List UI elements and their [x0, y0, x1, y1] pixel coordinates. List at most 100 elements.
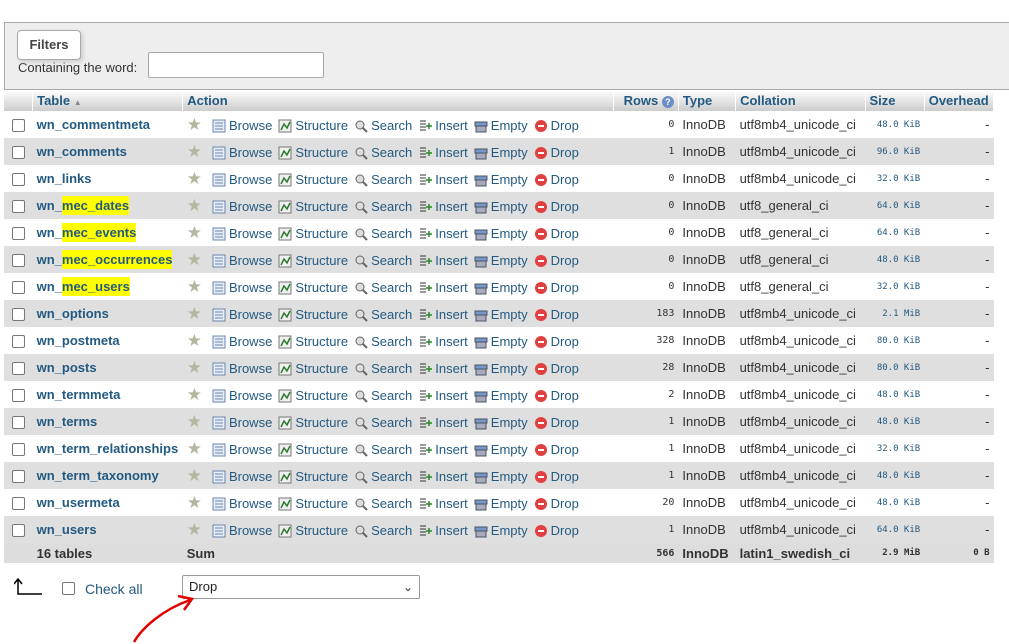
- header-size[interactable]: Size: [865, 90, 925, 111]
- action-structure-link[interactable]: Structure: [278, 469, 348, 485]
- favorite-star-icon[interactable]: ★: [187, 385, 202, 404]
- header-rows[interactable]: Rows ?: [613, 90, 679, 111]
- action-drop-link[interactable]: Drop: [534, 118, 579, 134]
- action-drop-link[interactable]: Drop: [534, 415, 579, 431]
- action-empty-link[interactable]: Empty: [474, 145, 528, 161]
- row-checkbox[interactable]: [4, 462, 33, 489]
- action-drop-link[interactable]: Drop: [534, 226, 579, 242]
- check-all-checkbox[interactable]: [62, 582, 75, 595]
- action-empty-link[interactable]: Empty: [474, 415, 528, 431]
- table-name-link[interactable]: wn_mec_dateswn_mec_dates: [32, 192, 183, 219]
- favorite-star-icon[interactable]: ★: [187, 358, 202, 377]
- action-structure-link[interactable]: Structure: [278, 361, 348, 377]
- action-structure-link[interactable]: Structure: [278, 496, 348, 512]
- action-drop-link[interactable]: Drop: [534, 145, 579, 161]
- action-empty-link[interactable]: Empty: [474, 361, 528, 377]
- action-search-link[interactable]: Search: [354, 280, 412, 296]
- action-browse-link[interactable]: Browse: [212, 307, 272, 323]
- action-browse-link[interactable]: Browse: [212, 523, 272, 539]
- header-collation[interactable]: Collation: [735, 90, 866, 111]
- row-checkbox[interactable]: [4, 192, 33, 219]
- action-search-link[interactable]: Search: [354, 226, 412, 242]
- row-size[interactable]: 48.0 KiB: [865, 381, 925, 408]
- action-empty-link[interactable]: Empty: [474, 199, 528, 215]
- action-empty-link[interactable]: Empty: [474, 523, 528, 539]
- action-browse-link[interactable]: Browse: [212, 145, 272, 161]
- action-browse-link[interactable]: Browse: [212, 253, 272, 269]
- row-size[interactable]: 48.0 KiB: [865, 462, 925, 489]
- action-search-link[interactable]: Search: [354, 388, 412, 404]
- action-structure-link[interactable]: Structure: [278, 280, 348, 296]
- table-name-link[interactable]: wn_commentmeta: [32, 111, 183, 138]
- row-checkbox[interactable]: [4, 516, 33, 543]
- action-drop-link[interactable]: Drop: [534, 280, 579, 296]
- action-drop-link[interactable]: Drop: [534, 334, 579, 350]
- table-name-link[interactable]: wn_links: [32, 165, 183, 192]
- action-insert-link[interactable]: Insert: [418, 496, 468, 512]
- action-structure-link[interactable]: Structure: [278, 415, 348, 431]
- row-checkbox[interactable]: [4, 165, 33, 192]
- action-empty-link[interactable]: Empty: [474, 442, 528, 458]
- action-insert-link[interactable]: Insert: [418, 361, 468, 377]
- header-table[interactable]: Table ▲: [32, 90, 184, 111]
- action-insert-link[interactable]: Insert: [418, 253, 468, 269]
- row-size[interactable]: 32.0 KiB: [865, 273, 925, 300]
- action-insert-link[interactable]: Insert: [418, 523, 468, 539]
- action-drop-link[interactable]: Drop: [534, 442, 579, 458]
- favorite-star-icon[interactable]: ★: [187, 331, 202, 350]
- row-checkbox[interactable]: [4, 381, 33, 408]
- action-structure-link[interactable]: Structure: [278, 307, 348, 323]
- row-checkbox[interactable]: [4, 111, 33, 138]
- action-drop-link[interactable]: Drop: [534, 361, 579, 377]
- action-empty-link[interactable]: Empty: [474, 172, 528, 188]
- action-search-link[interactable]: Search: [354, 496, 412, 512]
- action-browse-link[interactable]: Browse: [212, 172, 272, 188]
- action-browse-link[interactable]: Browse: [212, 280, 272, 296]
- table-name-link[interactable]: wn_comments: [32, 138, 183, 165]
- help-icon[interactable]: ?: [661, 96, 674, 108]
- favorite-star-icon[interactable]: ★: [187, 412, 202, 431]
- table-name-link[interactable]: wn_users: [32, 516, 183, 543]
- action-drop-link[interactable]: Drop: [534, 523, 579, 539]
- action-empty-link[interactable]: Empty: [474, 496, 528, 512]
- table-name-link[interactable]: wn_mec_userswn_mec_users: [32, 273, 183, 300]
- action-search-link[interactable]: Search: [354, 118, 412, 134]
- row-size[interactable]: 48.0 KiB: [865, 246, 925, 273]
- action-structure-link[interactable]: Structure: [278, 199, 348, 215]
- action-structure-link[interactable]: Structure: [278, 172, 348, 188]
- action-structure-link[interactable]: Structure: [278, 388, 348, 404]
- favorite-star-icon[interactable]: ★: [187, 466, 202, 485]
- action-browse-link[interactable]: Browse: [212, 118, 272, 134]
- row-size[interactable]: 2.1 MiB: [865, 300, 925, 327]
- header-type[interactable]: Type: [678, 90, 737, 111]
- row-size[interactable]: 48.0 KiB: [865, 111, 925, 138]
- action-browse-link[interactable]: Browse: [212, 496, 272, 512]
- action-browse-link[interactable]: Browse: [212, 388, 272, 404]
- action-browse-link[interactable]: Browse: [212, 469, 272, 485]
- action-browse-link[interactable]: Browse: [212, 334, 272, 350]
- bulk-action-select[interactable]: Drop ⌄: [182, 575, 420, 599]
- action-insert-link[interactable]: Insert: [418, 442, 468, 458]
- action-search-link[interactable]: Search: [354, 307, 412, 323]
- favorite-star-icon[interactable]: ★: [187, 196, 202, 215]
- action-search-link[interactable]: Search: [354, 334, 412, 350]
- row-size[interactable]: 48.0 KiB: [865, 408, 925, 435]
- action-search-link[interactable]: Search: [354, 523, 412, 539]
- action-insert-link[interactable]: Insert: [418, 145, 468, 161]
- action-drop-link[interactable]: Drop: [534, 307, 579, 323]
- row-checkbox[interactable]: [4, 138, 33, 165]
- action-insert-link[interactable]: Insert: [418, 199, 468, 215]
- action-drop-link[interactable]: Drop: [534, 199, 579, 215]
- favorite-star-icon[interactable]: ★: [187, 439, 202, 458]
- header-overhead[interactable]: Overhead: [924, 90, 995, 111]
- action-search-link[interactable]: Search: [354, 442, 412, 458]
- row-checkbox[interactable]: [4, 435, 33, 462]
- action-insert-link[interactable]: Insert: [418, 334, 468, 350]
- row-checkbox[interactable]: [4, 219, 33, 246]
- row-size[interactable]: 64.0 KiB: [865, 219, 925, 246]
- action-drop-link[interactable]: Drop: [534, 388, 579, 404]
- action-insert-link[interactable]: Insert: [418, 388, 468, 404]
- table-name-link[interactable]: wn_terms: [32, 408, 183, 435]
- row-checkbox[interactable]: [4, 273, 33, 300]
- row-size[interactable]: 64.0 KiB: [865, 516, 925, 543]
